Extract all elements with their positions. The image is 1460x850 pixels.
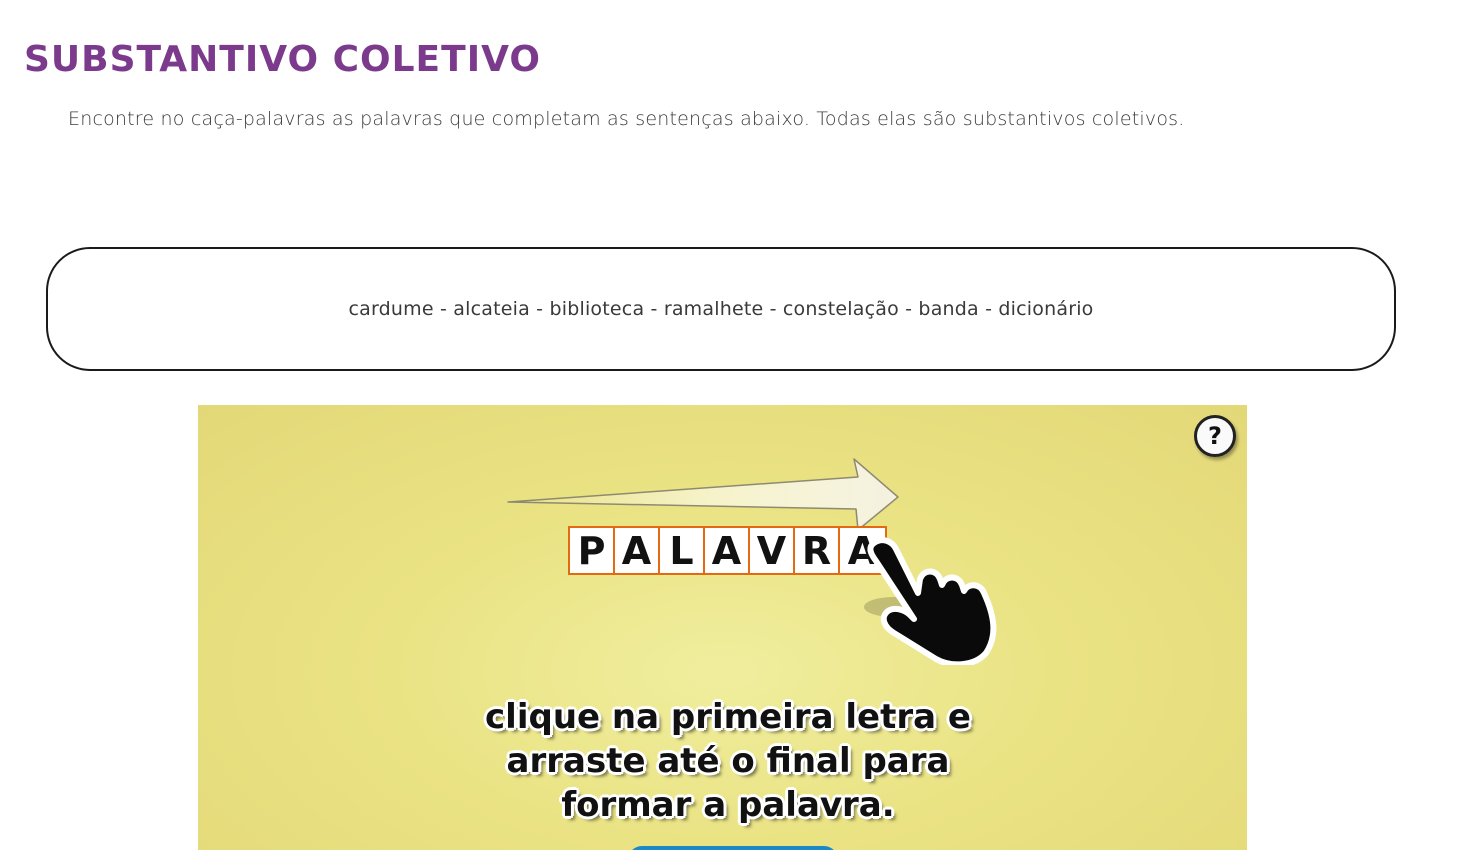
- demo-letter: L: [660, 528, 705, 573]
- demo-letter-row: P A L A V R A: [568, 526, 887, 575]
- question-mark-icon: ?: [1208, 422, 1222, 450]
- caption-line: arraste até o final para: [506, 741, 950, 781]
- demo-letter: P: [570, 528, 615, 573]
- page-title: SUBSTANTIVO COLETIVO: [24, 39, 541, 80]
- caption-line: formar a palavra.: [561, 785, 895, 825]
- demo-letter: R: [795, 528, 840, 573]
- start-button[interactable]: [628, 846, 838, 850]
- pointing-hand-icon: [864, 537, 997, 665]
- word-search-game[interactable]: P A L A V R A ? clique na primeira letra…: [198, 405, 1247, 850]
- demo-letter: A: [615, 528, 660, 573]
- caption-line: clique na primeira letra e: [485, 697, 971, 737]
- page: SUBSTANTIVO COLETIVO Encontre no caça-pa…: [0, 0, 1460, 850]
- demo-letter: V: [750, 528, 795, 573]
- demo-letter: A: [705, 528, 750, 573]
- word-list-box: cardume - alcateia - biblioteca - ramalh…: [46, 247, 1396, 371]
- help-button[interactable]: ?: [1194, 415, 1236, 457]
- word-list: cardume - alcateia - biblioteca - ramalh…: [348, 298, 1094, 320]
- instruction-caption: clique na primeira letra e arraste até o…: [468, 695, 988, 827]
- instructions-text: Encontre no caça-palavras as palavras qu…: [68, 108, 1185, 130]
